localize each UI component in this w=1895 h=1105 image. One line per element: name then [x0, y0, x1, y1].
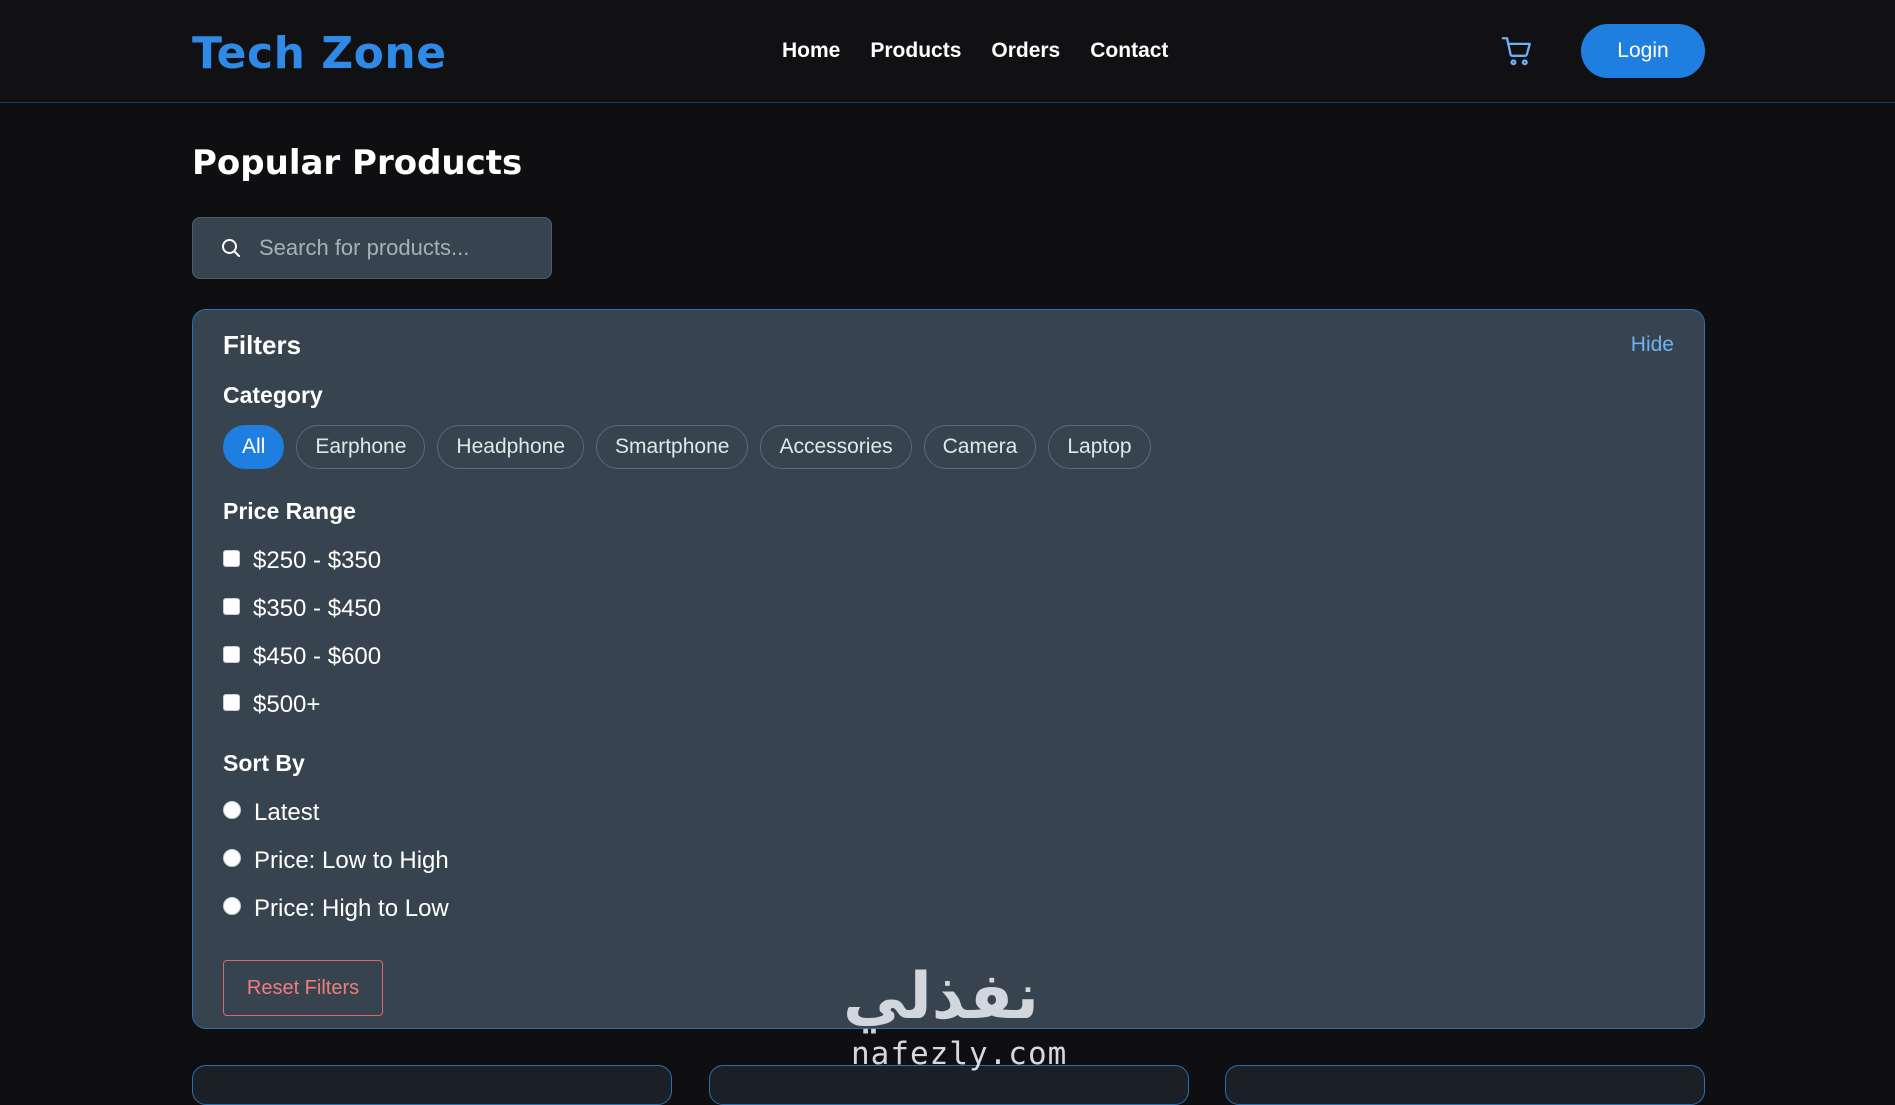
hide-filters-link[interactable]: Hide: [1631, 333, 1674, 357]
sort-by-label: Sort By: [223, 750, 305, 776]
nav-orders[interactable]: Orders: [991, 39, 1060, 63]
price-range-options: $250 - $350 $350 - $450 $450 - $600 $500…: [223, 537, 381, 729]
price-option-label: $250 - $350: [253, 547, 382, 574]
price-option[interactable]: $500+: [223, 681, 381, 729]
login-button[interactable]: Login: [1581, 24, 1705, 78]
site-logo[interactable]: Tech Zone: [192, 28, 447, 79]
page-title: Popular Products: [192, 143, 523, 183]
top-navbar: Tech Zone Home Products Orders Contact L…: [0, 0, 1895, 103]
product-card[interactable]: [192, 1065, 672, 1105]
category-chip-camera[interactable]: Camera: [923, 425, 1037, 469]
nav-contact[interactable]: Contact: [1090, 39, 1168, 63]
sort-radio[interactable]: [223, 897, 241, 915]
sort-option[interactable]: Price: Low to High: [223, 837, 449, 885]
sort-option[interactable]: Latest: [223, 789, 449, 837]
nav-links: Home Products Orders Contact: [782, 39, 1168, 63]
filters-panel: Filters Hide Category All Earphone Headp…: [192, 309, 1705, 1029]
product-card[interactable]: [709, 1065, 1189, 1105]
category-chip-headphone[interactable]: Headphone: [437, 425, 585, 469]
category-chip-earphone[interactable]: Earphone: [296, 425, 426, 469]
category-chip-all[interactable]: All: [223, 425, 285, 469]
price-option-label: $500+: [253, 691, 321, 718]
price-option[interactable]: $450 - $600: [223, 633, 381, 681]
cart-icon[interactable]: [1500, 34, 1534, 68]
price-range-label: Price Range: [223, 498, 356, 524]
sort-option-label: Price: High to Low: [254, 895, 449, 922]
sort-option-label: Price: Low to High: [254, 847, 449, 874]
search-icon: [222, 239, 240, 257]
price-option[interactable]: $250 - $350: [223, 537, 381, 585]
price-checkbox[interactable]: [223, 645, 240, 663]
product-card[interactable]: [1225, 1065, 1705, 1105]
category-label: Category: [223, 382, 323, 408]
sort-option-label: Latest: [254, 799, 320, 826]
filters-title: Filters: [223, 330, 302, 360]
sort-options: Latest Price: Low to High Price: High to…: [223, 789, 449, 933]
sort-radio[interactable]: [223, 849, 241, 867]
price-option[interactable]: $350 - $450: [223, 585, 381, 633]
category-chip-laptop[interactable]: Laptop: [1048, 425, 1151, 469]
nav-home[interactable]: Home: [782, 39, 840, 63]
category-chips: All Earphone Headphone Smartphone Access…: [223, 425, 1151, 469]
search-input[interactable]: [259, 235, 539, 261]
price-option-label: $450 - $600: [253, 643, 382, 670]
category-chip-accessories[interactable]: Accessories: [760, 425, 912, 469]
reset-filters-button[interactable]: Reset Filters: [223, 960, 383, 1016]
search-box: [192, 217, 552, 279]
price-checkbox[interactable]: [223, 597, 240, 615]
price-checkbox[interactable]: [223, 549, 240, 567]
price-checkbox[interactable]: [223, 693, 240, 711]
category-chip-smartphone[interactable]: Smartphone: [596, 425, 749, 469]
sort-radio[interactable]: [223, 801, 241, 819]
sort-option[interactable]: Price: High to Low: [223, 885, 449, 933]
nav-products[interactable]: Products: [870, 39, 961, 63]
price-option-label: $350 - $450: [253, 595, 382, 622]
